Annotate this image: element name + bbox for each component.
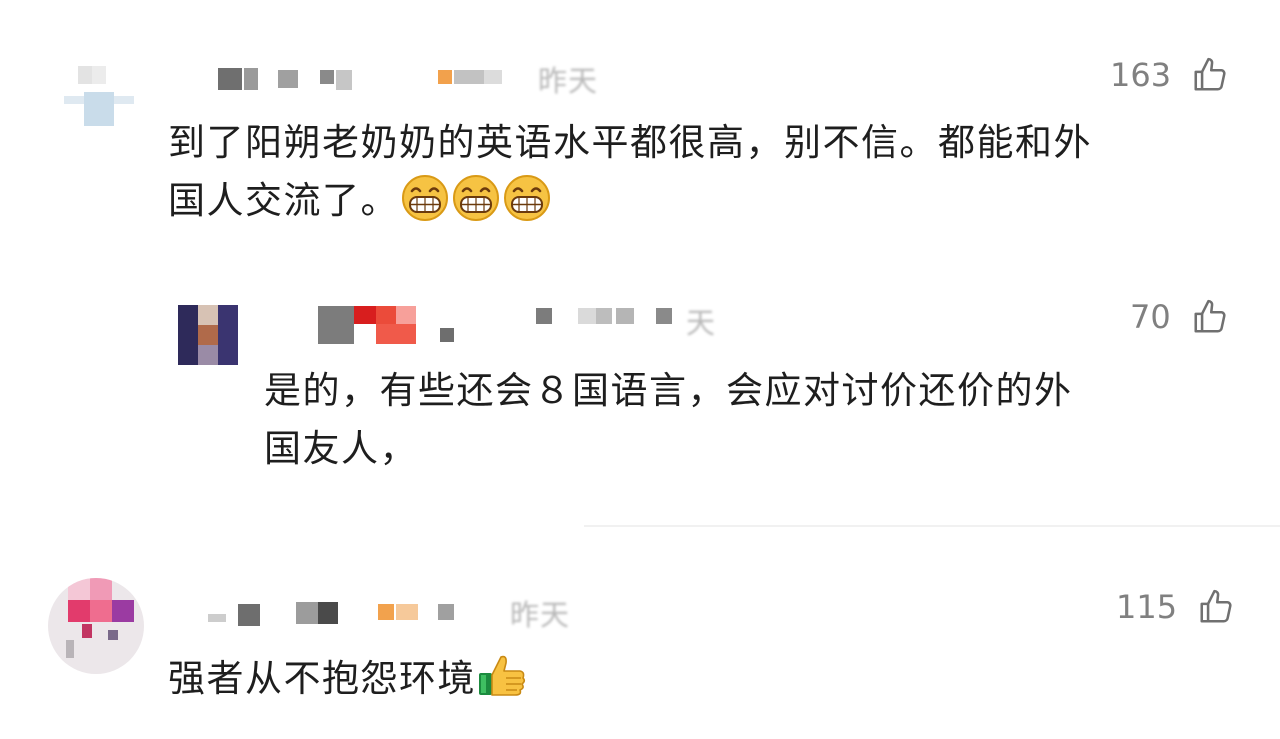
avatar[interactable] [52,62,138,130]
comment-line: 到了阳朔老奶奶的英语水平都很高，别不信。都能和外 [168,121,1092,164]
grinning-face-emoji [453,175,499,221]
comment-text: 强者从不抱怨环境 [168,650,527,708]
comment-line-with-emoji: 强者从不抱怨环境 [168,650,527,708]
username-blurred[interactable] [318,306,718,346]
avatar[interactable] [48,578,144,674]
like-button[interactable]: 163 [1110,56,1229,94]
comment-text: 到了阳朔老奶奶的英语水平都很高，别不信。都能和外 国人交流了。 [168,114,1092,230]
grinning-face-emoji [402,175,448,221]
comment-time: 昨天 [510,598,571,632]
comment-line: 是的，有些还会８国语言，会应对讨价还价的外 [264,369,1073,412]
thumbs-up-outline-icon [1194,299,1226,333]
thumbs-up-outline-icon [1200,589,1232,623]
like-count: 115 [1116,588,1178,626]
comment-time: 天 [686,306,717,340]
avatar[interactable] [178,305,238,365]
like-button[interactable]: 70 [1130,298,1229,336]
like-count: 70 [1130,298,1171,336]
divider [584,525,1280,527]
thumbs-up-outline-icon [1194,57,1226,91]
like-count: 163 [1110,56,1172,94]
comment-line: 国友人， [264,427,418,470]
like-button[interactable]: 115 [1116,588,1235,626]
username-blurred[interactable] [168,64,548,94]
comment-time: 昨天 [538,64,599,98]
comment-line-with-emoji: 国人交流了。 [168,172,1092,230]
grinning-face-emoji [504,175,550,221]
thumbs-up-emoji [479,655,526,696]
comment-text: 是的，有些还会８国语言，会应对讨价还价的外 国友人， [264,362,1073,478]
